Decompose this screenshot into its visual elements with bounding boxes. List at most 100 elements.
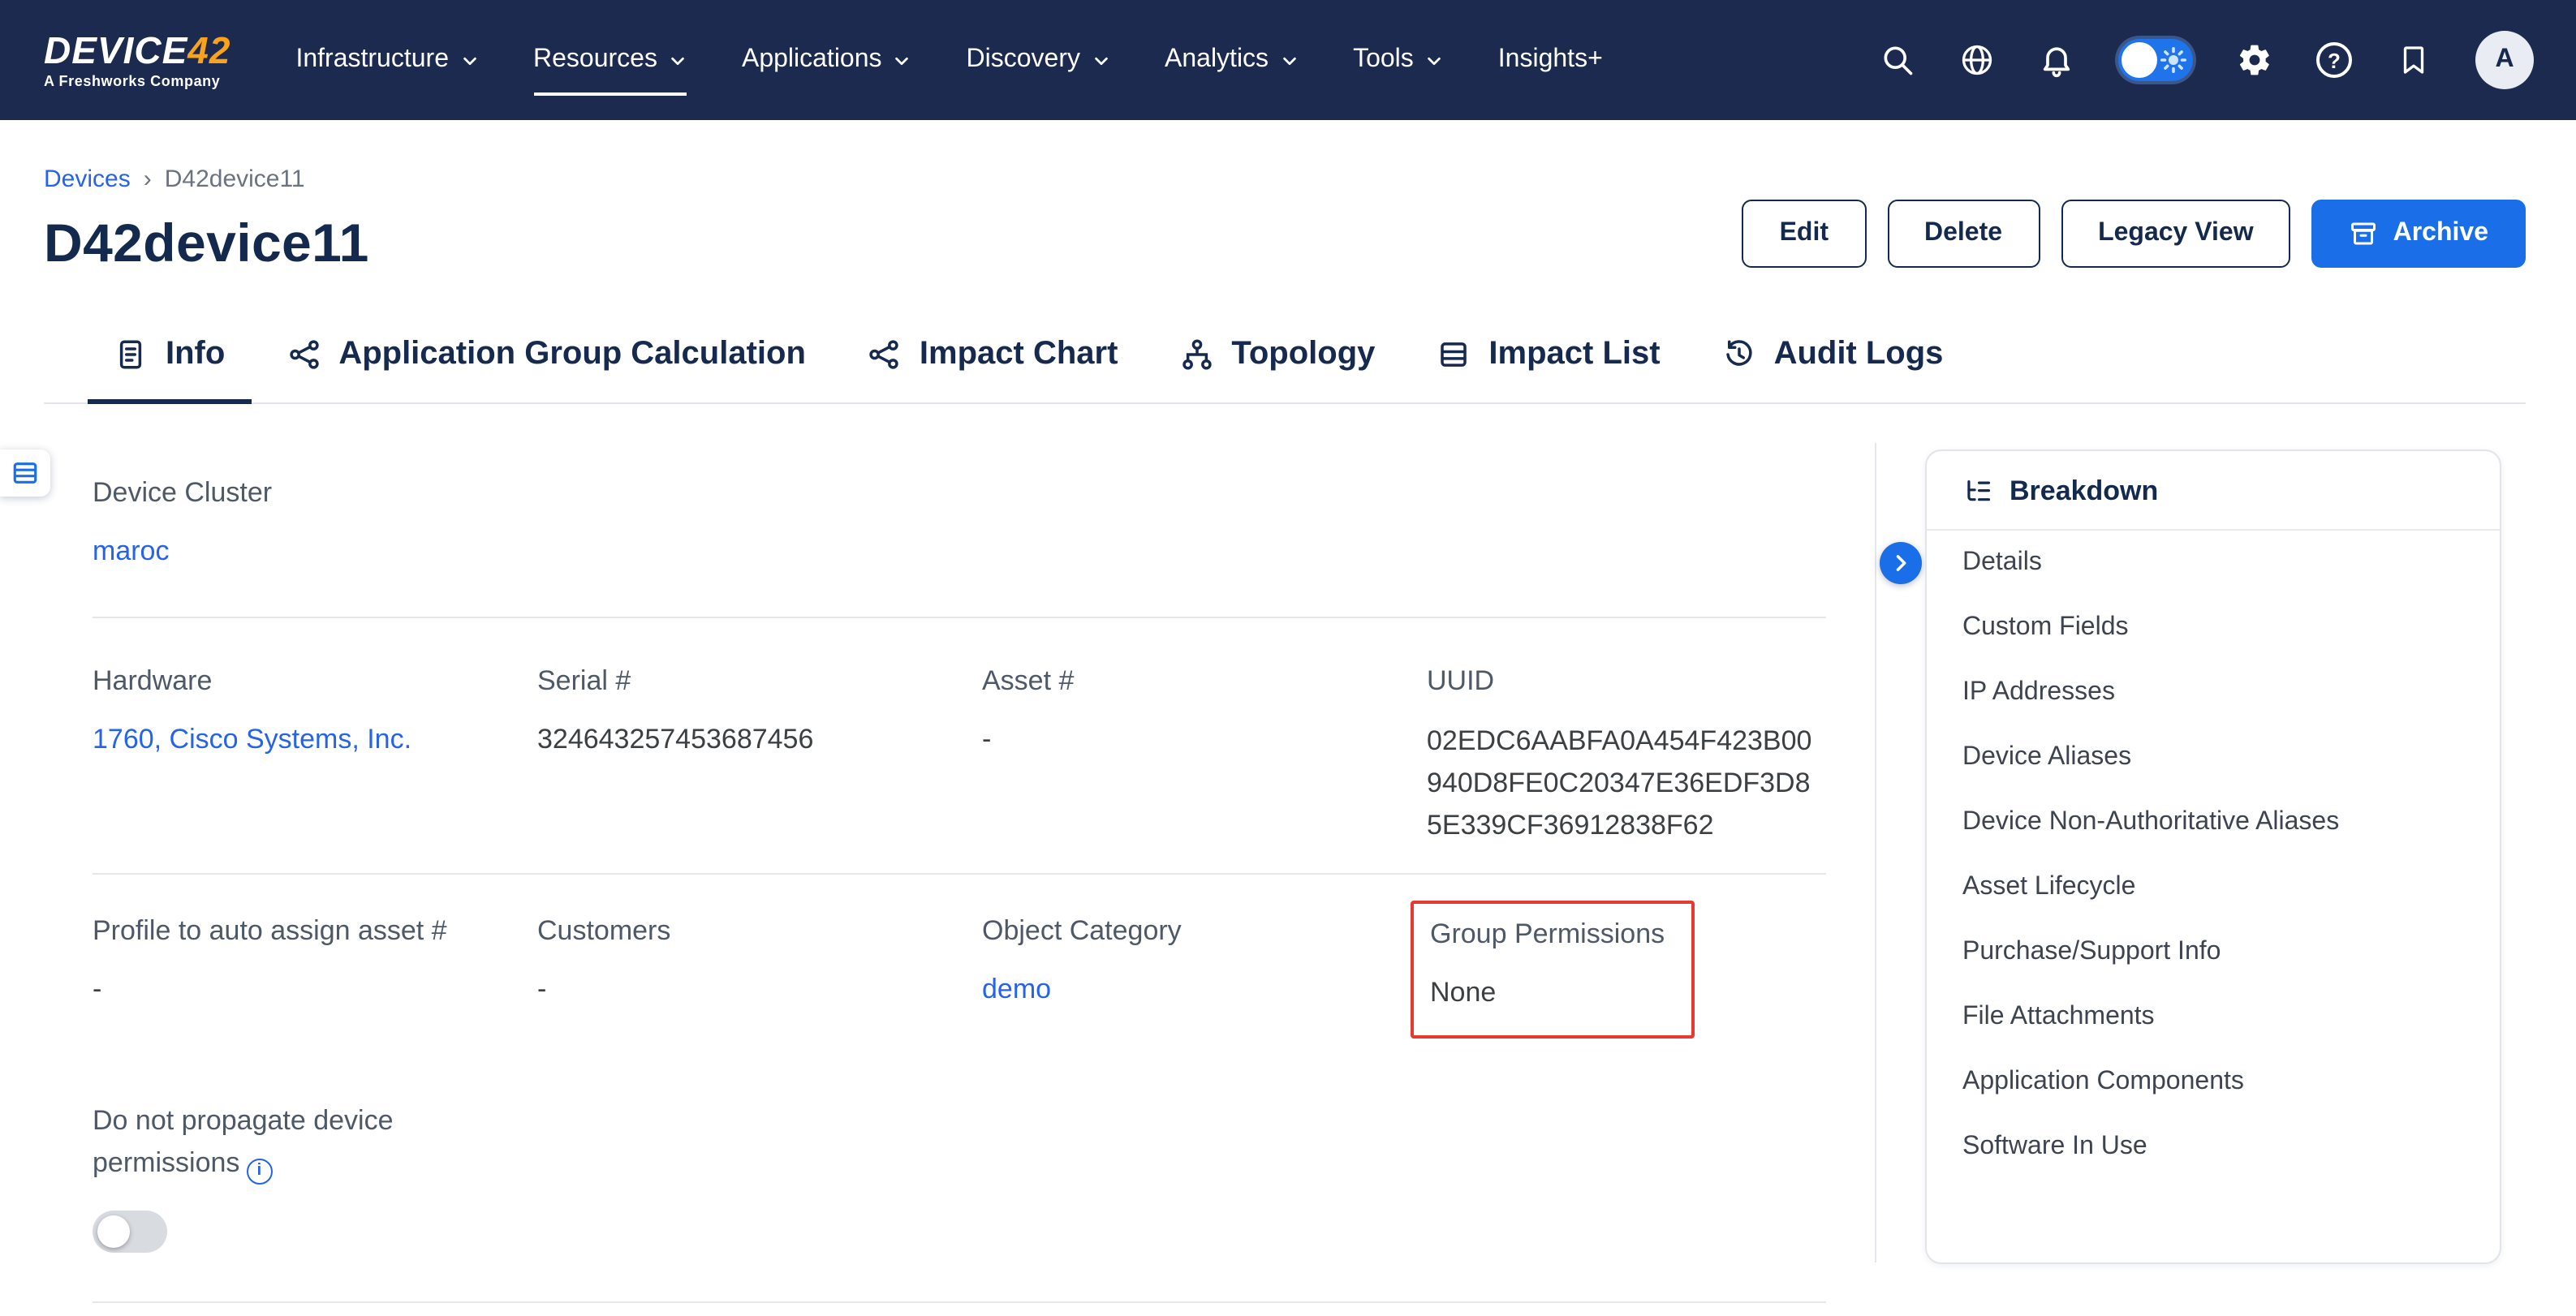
hierarchy-icon [1179,338,1213,372]
serial-field: Serial # 324643257453687456 [537,664,982,847]
breadcrumb-current: D42device11 [165,166,305,193]
tab-bar: Info Application Group Calculation Impac… [44,316,2526,404]
nav-item-analytics[interactable]: Analytics [1165,0,1298,120]
breadcrumb-separator: › [144,166,152,193]
nav-item-label: Applications [742,45,882,75]
object-category-link[interactable]: demo [982,974,1051,1004]
breadcrumb: Devices › D42device11 [44,166,2526,193]
breakdown-item-file-attachments[interactable]: File Attachments [1927,985,2500,1050]
device-info-panel: Device Cluster maroc Hardware 1760, Cisc… [93,404,1826,1303]
panel-separator [1875,443,1876,1262]
tab-audit-logs[interactable]: Audit Logs [1696,316,1970,402]
theme-toggle[interactable] [2118,39,2193,81]
breakdown-item-asset-lifecycle[interactable]: Asset Lifecycle [1927,855,2500,920]
permissions-section: Profile to auto assign asset # - Custome… [93,875,1826,1303]
breakdown-item-details[interactable]: Details [1927,531,2500,596]
group-permissions-field: Group Permissions None [1427,914,1826,1039]
breakdown-item-software-in-use[interactable]: Software In Use [1927,1115,2500,1180]
collapse-breakdown-button[interactable] [1880,542,1922,584]
hardware-link[interactable]: 1760, Cisco Systems, Inc. [93,724,411,755]
breakdown-item-purchase-support-info[interactable]: Purchase/Support Info [1927,920,2500,985]
tab-info[interactable]: Info [88,316,251,402]
uuid-label: UUID [1427,664,1826,699]
info-glyph: i [257,1150,262,1193]
chevron-right-icon [1889,552,1912,574]
hardware-field: Hardware 1760, Cisco Systems, Inc. [93,664,537,847]
left-panel-toggle[interactable] [0,449,50,497]
breakdown-title: Breakdown [2010,475,2158,508]
asset-value: - [982,720,1427,759]
primary-nav: Infrastructure Resources Applications Di… [295,0,1602,120]
profile-value: - [93,970,537,1009]
user-avatar[interactable]: A [2475,31,2534,89]
chevron-down-icon [669,51,687,69]
help-icon[interactable]: ? [2316,42,2352,78]
chevron-down-icon [894,51,911,69]
tab-impact-chart[interactable]: Impact Chart [842,316,1144,402]
delete-button[interactable]: Delete [1887,200,2040,268]
tab-impact-list[interactable]: Impact List [1411,316,1686,402]
edit-button[interactable]: Edit [1742,200,1866,268]
device-cluster-link[interactable]: maroc [93,535,169,566]
nav-item-tools[interactable]: Tools [1353,0,1443,120]
breadcrumb-devices-link[interactable]: Devices [44,166,131,193]
breakdown-item-ip-addresses[interactable]: IP Addresses [1927,660,2500,725]
list-panel-icon [11,459,39,487]
group-permissions-label: Group Permissions [1430,917,1665,953]
customers-field: Customers - [537,914,982,1039]
network-share-icon [868,338,902,372]
chevron-down-icon [1280,51,1298,69]
tab-application-group-calculation[interactable]: Application Group Calculation [261,316,832,402]
breakdown-item-device-non-authoritative-aliases[interactable]: Device Non-Authoritative Aliases [1927,790,2500,855]
breakdown-item-device-aliases[interactable]: Device Aliases [1927,725,2500,790]
logo-tagline: A Freshworks Company [44,73,230,89]
chevron-down-icon [460,51,478,69]
theme-toggle-knob [2122,42,2157,78]
asset-field: Asset # - [982,664,1427,847]
edit-button-label: Edit [1780,219,1829,248]
history-icon [1722,338,1756,372]
nav-item-insights[interactable]: Insights+ [1498,0,1603,120]
content-area: Device Cluster maroc Hardware 1760, Cisc… [0,404,2576,1297]
nav-item-label: Insights+ [1498,45,1603,75]
toggle-knob [97,1215,130,1248]
nav-item-label: Discovery [967,45,1080,75]
section-divider [93,1301,1826,1303]
serial-label: Serial # [537,664,982,699]
breakdown-header: Breakdown [1927,451,2500,531]
tab-label: Topology [1231,336,1375,373]
bookmark-icon[interactable] [2396,42,2432,78]
avatar-letter: A [2495,45,2514,75]
legacy-view-button[interactable]: Legacy View [2061,200,2291,268]
breakdown-item-application-components[interactable]: Application Components [1927,1050,2500,1115]
globe-icon[interactable] [1959,42,1995,78]
nav-item-resources[interactable]: Resources [533,0,687,120]
nav-item-label: Analytics [1165,45,1269,75]
network-share-icon [286,338,321,372]
logo[interactable]: DEVICE42 A Freshworks Company [44,31,230,89]
profile-field: Profile to auto assign asset # - [93,914,537,1039]
tab-label: Info [166,336,225,373]
page-header: Devices › D42device11 D42device11 Edit D… [0,120,2576,404]
object-category-field: Object Category demo [982,914,1427,1039]
archive-button[interactable]: Archive [2312,200,2526,268]
logo-brand-text: DEVICE [44,29,187,71]
hardware-label: Hardware [93,664,537,699]
breakdown-item-custom-fields[interactable]: Custom Fields [1927,596,2500,660]
logo-wordmark: DEVICE42 [44,31,230,70]
search-icon[interactable] [1880,42,1915,78]
tab-topology[interactable]: Topology [1153,316,1401,402]
sun-icon [2159,45,2188,75]
notifications-bell-icon[interactable] [2039,42,2074,78]
nav-item-discovery[interactable]: Discovery [967,0,1109,120]
propagate-permissions-field: Do not propagate device permissionsi [93,1100,1826,1253]
nav-item-applications[interactable]: Applications [742,0,911,120]
settings-gear-icon[interactable] [2237,42,2272,78]
app-window: DEVICE42 A Freshworks Company Infrastruc… [0,0,2576,1316]
nav-item-infrastructure[interactable]: Infrastructure [295,0,478,120]
propagate-permissions-toggle[interactable] [93,1211,167,1253]
archive-button-label: Archive [2393,219,2488,248]
tab-label: Impact Chart [920,336,1118,373]
logo-accent-text: 42 [187,29,230,71]
info-icon[interactable]: i [246,1159,272,1185]
